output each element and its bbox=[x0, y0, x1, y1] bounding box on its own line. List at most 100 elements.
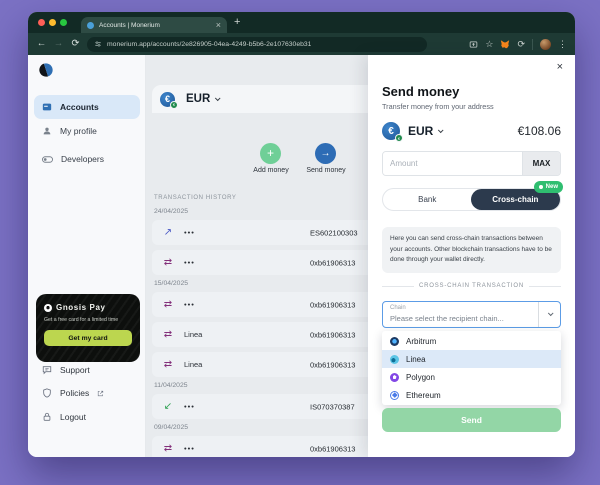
gnosis-pay-promo-card: Gnosis Pay Get a free card for a limited… bbox=[36, 294, 140, 362]
lock-icon bbox=[43, 412, 51, 421]
tx-counterparty: ••• bbox=[184, 258, 195, 267]
euro-coin-icon bbox=[160, 91, 178, 109]
gnosis-owl-icon bbox=[44, 303, 52, 312]
swap-icon: ⇄ bbox=[163, 298, 173, 310]
sidebar-item-label: Logout bbox=[60, 412, 86, 422]
browser-tabbar: Accounts | Monerium × + bbox=[28, 12, 575, 33]
euro-badge-icon bbox=[170, 100, 178, 109]
chevron-down-icon[interactable] bbox=[438, 127, 444, 134]
bookmark-star-icon[interactable]: ☆ bbox=[485, 39, 493, 49]
tx-reference: IS070370387 bbox=[310, 402, 355, 411]
traffic-light-maximize[interactable] bbox=[60, 19, 67, 26]
add-money-label: Add money bbox=[253, 167, 289, 174]
address-bar[interactable]: monerium.app/accounts/2e826905-04ea-4249… bbox=[87, 36, 427, 52]
chain-option-label: Linea bbox=[406, 354, 426, 364]
developers-toggle-icon bbox=[42, 155, 53, 163]
tab-title: Accounts | Monerium bbox=[99, 21, 160, 29]
euro-badge-icon bbox=[395, 134, 403, 142]
chain-option-label: Ethereum bbox=[406, 390, 441, 400]
tx-reference: 0xb61906313 bbox=[310, 258, 356, 267]
browser-tab[interactable]: Accounts | Monerium × bbox=[81, 17, 227, 33]
chain-option-linea[interactable]: Linea bbox=[382, 350, 561, 368]
sidebar-item-my-profile[interactable]: My profile bbox=[34, 119, 140, 143]
swap-icon: ⇄ bbox=[163, 328, 173, 340]
chain-select[interactable]: Chain Please select the recipient chain.… bbox=[382, 301, 561, 328]
tx-reference: 0xb61906313 bbox=[310, 330, 356, 339]
tab-favicon-icon bbox=[87, 21, 94, 29]
outgoing-icon: ↗ bbox=[163, 226, 173, 238]
get-my-card-button[interactable]: Get my card bbox=[44, 330, 132, 346]
transfer-type-toggle: Bank Cross-chain bbox=[382, 188, 561, 211]
new-tab-button[interactable]: + bbox=[234, 16, 240, 28]
plus-icon: + bbox=[266, 146, 274, 160]
site-settings-icon[interactable] bbox=[94, 40, 102, 48]
send-money-panel: × Send money Transfer money from your ad… bbox=[368, 55, 575, 457]
panel-currency[interactable]: EUR bbox=[408, 124, 433, 138]
add-money-button[interactable]: + bbox=[260, 143, 281, 164]
traffic-light-close[interactable] bbox=[38, 19, 45, 26]
chat-icon bbox=[42, 366, 52, 375]
metamask-extension-icon[interactable] bbox=[500, 39, 510, 49]
chain-option-label: Polygon bbox=[406, 372, 435, 382]
browser-menu-icon[interactable]: ⋮ bbox=[558, 39, 567, 49]
close-icon[interactable]: × bbox=[557, 61, 563, 73]
chevron-down-icon bbox=[547, 309, 554, 316]
toolbar-divider bbox=[532, 38, 533, 50]
gnosis-brand: Gnosis Pay bbox=[56, 303, 106, 312]
currency-label: EUR bbox=[186, 93, 211, 105]
tx-counterparty: ••• bbox=[184, 300, 195, 309]
profile-avatar[interactable] bbox=[540, 38, 551, 50]
url-text: monerium.app/accounts/2e826905-04ea-4249… bbox=[107, 40, 312, 48]
max-button[interactable]: MAX bbox=[522, 152, 560, 175]
tx-counterparty: ••• bbox=[184, 444, 195, 453]
sidebar-item-developers[interactable]: Developers bbox=[34, 147, 140, 171]
traffic-light-minimize[interactable] bbox=[49, 19, 56, 26]
sidebar-item-accounts[interactable]: Accounts bbox=[34, 95, 140, 119]
send-money-button[interactable]: → bbox=[315, 143, 336, 164]
send-money-label: Send money bbox=[306, 167, 346, 174]
tx-reference: ES602100303 bbox=[310, 228, 358, 237]
arbitrum-icon bbox=[390, 336, 399, 346]
sidebar-item-policies[interactable]: Policies bbox=[34, 385, 140, 401]
chain-option-arbitrum[interactable]: Arbitrum bbox=[382, 332, 561, 350]
amount-field: MAX bbox=[382, 151, 561, 176]
chevron-down-icon bbox=[215, 95, 221, 102]
tx-counterparty: ••• bbox=[184, 402, 195, 411]
sidebar-item-logout[interactable]: Logout bbox=[34, 409, 140, 425]
section-label: CROSS-CHAIN TRANSACTION bbox=[419, 283, 524, 289]
panel-subtitle: Transfer money from your address bbox=[382, 102, 494, 111]
external-link-icon bbox=[98, 390, 104, 396]
accounts-card-icon bbox=[42, 103, 52, 111]
sync-icon[interactable]: ⟳ bbox=[517, 39, 525, 49]
sidebar-item-label: Support bbox=[60, 365, 90, 375]
send-button[interactable]: Send bbox=[382, 408, 561, 432]
tab-bank[interactable]: Bank bbox=[383, 189, 472, 210]
chain-select-caret[interactable] bbox=[538, 302, 560, 327]
swap-icon: ⇄ bbox=[163, 256, 173, 268]
tab-close-icon[interactable]: × bbox=[216, 20, 221, 30]
ethereum-icon bbox=[390, 390, 399, 400]
panel-currency-row: EUR €108.06 bbox=[382, 119, 561, 143]
profile-icon bbox=[43, 127, 51, 135]
section-divider: CROSS-CHAIN TRANSACTION bbox=[382, 283, 561, 289]
chain-option-label: Arbitrum bbox=[406, 336, 437, 346]
back-icon[interactable]: ← bbox=[36, 39, 47, 49]
reload-icon[interactable]: ⟳ bbox=[70, 39, 81, 49]
balance-amount: €108.06 bbox=[517, 124, 561, 138]
sidebar-item-label: My profile bbox=[60, 126, 97, 136]
share-icon[interactable] bbox=[469, 40, 478, 49]
chain-option-polygon[interactable]: Polygon bbox=[382, 368, 561, 386]
chain-option-ethereum[interactable]: Ethereum bbox=[382, 386, 561, 404]
tx-counterparty: ••• bbox=[184, 228, 195, 237]
sidebar-item-label: Policies bbox=[60, 388, 90, 398]
sidebar-item-support[interactable]: Support bbox=[34, 362, 140, 378]
panel-title: Send money bbox=[382, 84, 460, 99]
browser-window: Accounts | Monerium × + ← → ⟳ monerium.a… bbox=[28, 12, 575, 457]
forward-icon[interactable]: → bbox=[53, 39, 64, 49]
tx-reference: 0xb61906313 bbox=[310, 360, 356, 369]
linea-icon bbox=[390, 354, 399, 364]
amount-input[interactable] bbox=[383, 152, 522, 175]
chain-select-placeholder: Please select the recipient chain... bbox=[390, 314, 504, 323]
monerium-logo bbox=[39, 63, 53, 77]
toolbar-actions: ☆ ⟳ ⋮ bbox=[469, 38, 567, 50]
